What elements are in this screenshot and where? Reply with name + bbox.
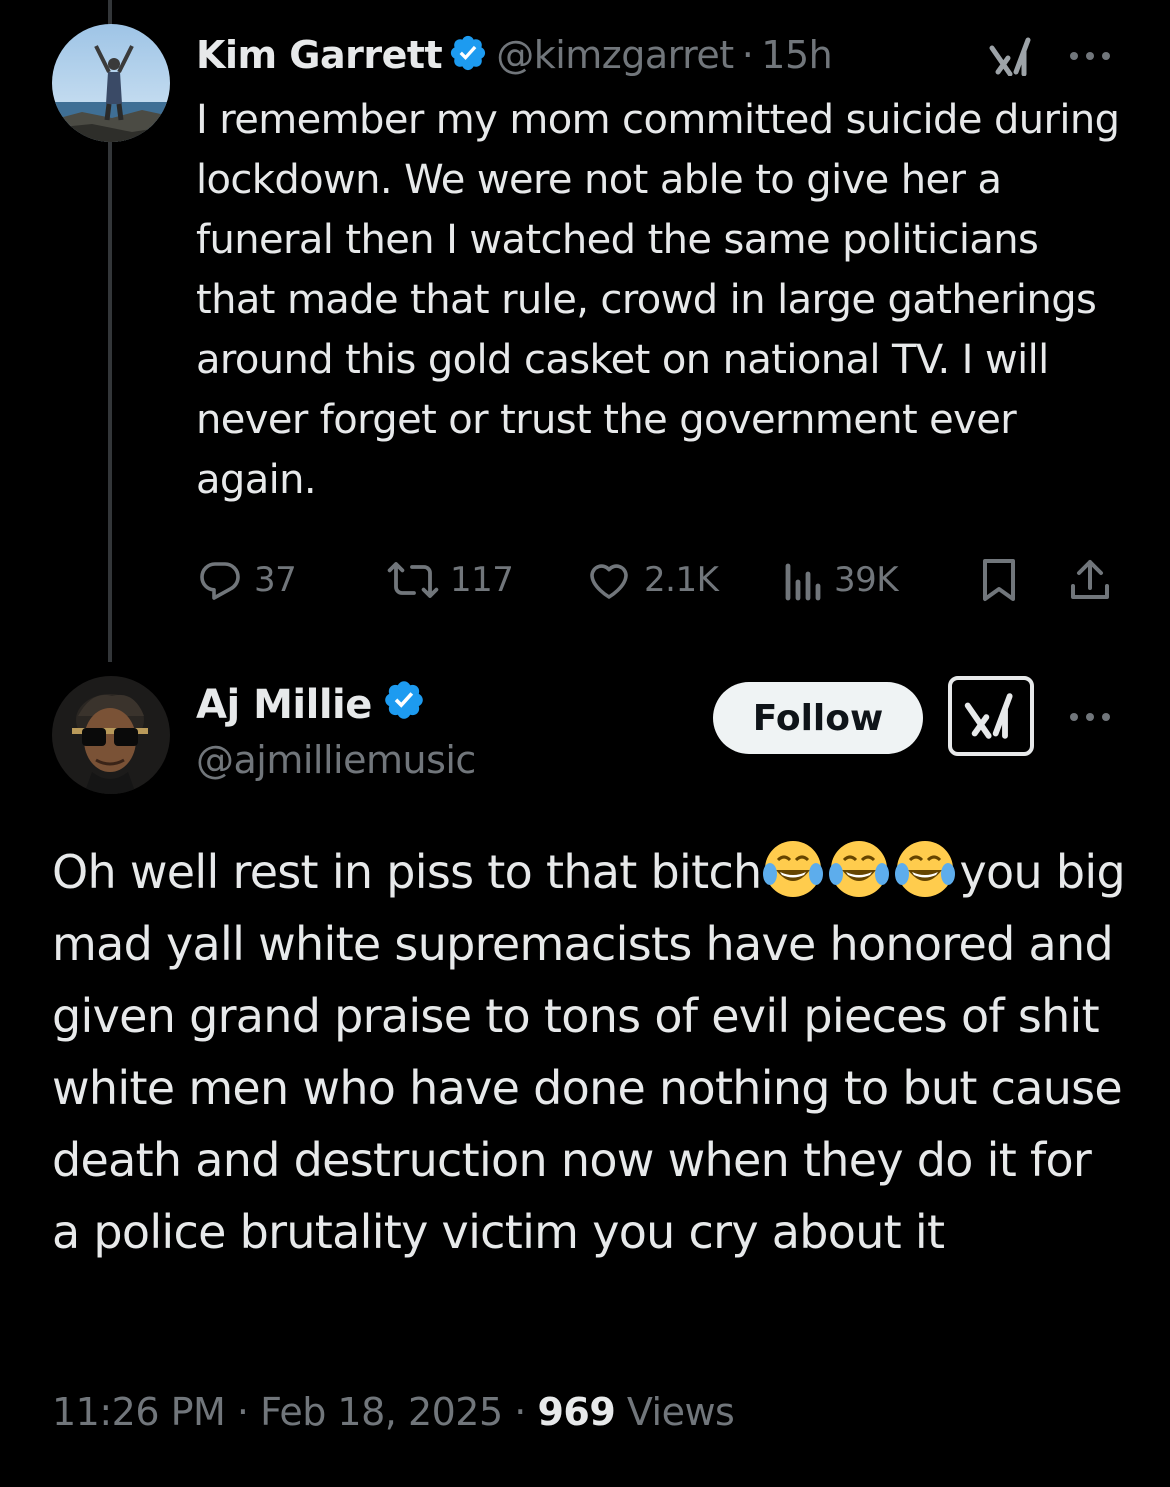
author-name[interactable]: Kim Garrett — [196, 33, 443, 77]
views-button[interactable]: 39K — [782, 552, 899, 608]
views-label: Views — [626, 1390, 735, 1434]
tweet-time[interactable]: 11:26 PM — [52, 1390, 226, 1434]
parent-tweet-actions: 37 117 2.1K 39K — [196, 552, 1116, 608]
share-button[interactable] — [1066, 552, 1114, 608]
views-bar-chart-icon — [785, 563, 821, 601]
more-dots-icon[interactable] — [1070, 713, 1110, 721]
meta-separator: · — [236, 1390, 249, 1434]
more-dots-icon[interactable] — [1070, 52, 1110, 60]
author-handle[interactable]: @kimzgarret — [496, 33, 734, 77]
grok-icon[interactable] — [988, 36, 1036, 80]
like-button[interactable]: 2.1K — [584, 552, 719, 608]
views-count: 969 — [537, 1390, 616, 1434]
reply-text-part-2: you big mad yall white supremacists have… — [52, 845, 1126, 1259]
reply-icon — [200, 562, 240, 600]
face-with-tears-of-joy-icon — [828, 838, 890, 900]
views-count: 39K — [834, 560, 899, 600]
share-icon — [1071, 560, 1109, 599]
parent-tweet-text: I remember my mom committed suicide duri… — [196, 97, 1120, 503]
verified-badge-icon — [382, 678, 426, 732]
bookmark-button[interactable] — [976, 552, 1022, 608]
heart-icon — [590, 564, 628, 599]
face-with-tears-of-joy-icon — [762, 838, 824, 900]
repost-button[interactable]: 117 — [386, 552, 514, 608]
parent-tweet-header: Kim Garrett @kimzgarret · 15h — [196, 28, 833, 82]
face-with-tears-of-joy-icon — [894, 838, 956, 900]
reply-author-name[interactable]: Aj Millie — [196, 682, 372, 728]
verified-badge-icon — [448, 33, 488, 77]
reply-tweet-text: Oh well rest in piss to that bitch you bi… — [52, 836, 1132, 1268]
like-count: 2.1K — [644, 560, 719, 600]
reply-author-handle[interactable]: @ajmilliemusic — [196, 738, 476, 782]
reply-text-part-1: Oh well rest in piss to that bitch — [52, 845, 762, 899]
repost-count: 117 — [450, 560, 514, 600]
meta-separator: · — [514, 1390, 526, 1434]
reply-button[interactable]: 37 — [196, 552, 297, 608]
reply-author-header: Aj Millie — [196, 680, 434, 730]
follow-button[interactable]: Follow — [713, 682, 923, 754]
aj-millie-avatar[interactable] — [52, 676, 170, 794]
reply-tweet-meta: 11:26 PM · Feb 18, 2025 · 969 Views — [52, 1390, 735, 1434]
tweet-date[interactable]: Feb 18, 2025 — [260, 1390, 503, 1434]
repost-icon — [387, 562, 439, 598]
bookmark-icon — [983, 559, 1015, 601]
kim-garrett-avatar[interactable] — [52, 24, 170, 142]
grok-icon[interactable] — [948, 676, 1034, 756]
tweet-time-ago[interactable]: 15h — [761, 33, 832, 77]
header-separator: · — [741, 33, 754, 77]
reply-count: 37 — [254, 560, 297, 600]
